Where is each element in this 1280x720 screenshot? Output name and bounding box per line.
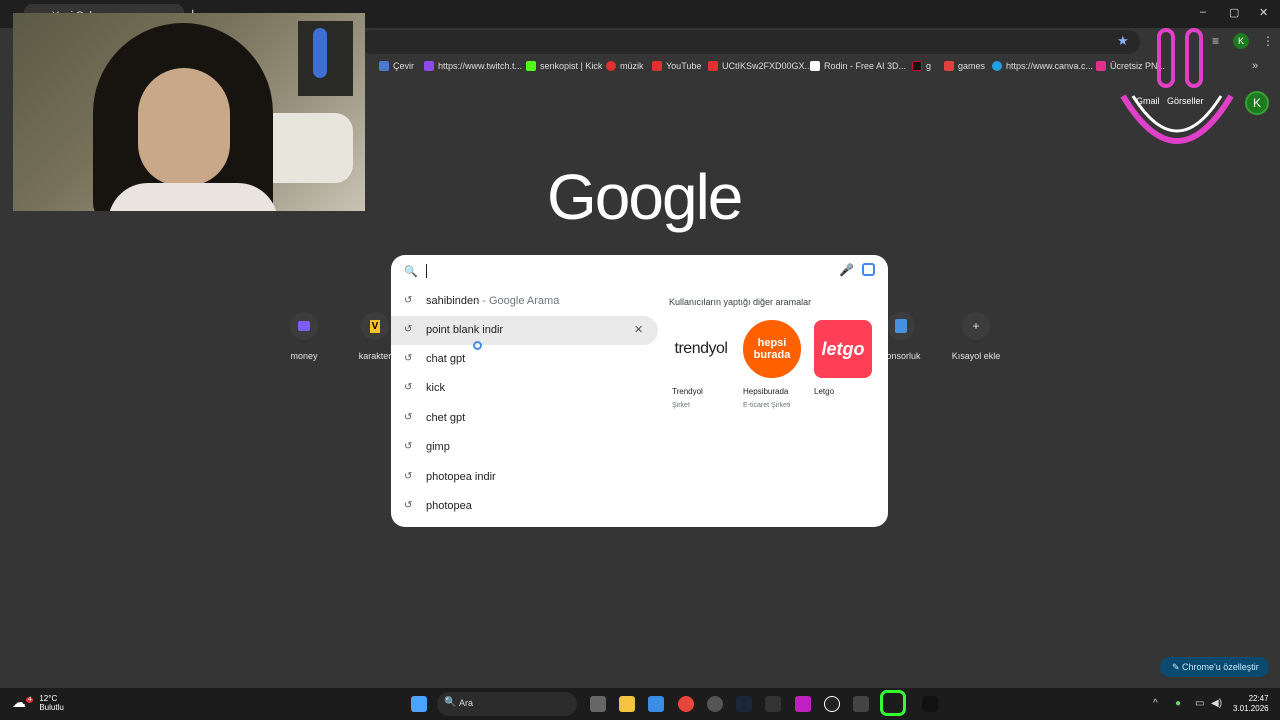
- microphone-icon[interactable]: 🎤: [839, 263, 854, 277]
- discord-icon[interactable]: [707, 696, 723, 712]
- shortcut-icon: V: [361, 312, 389, 340]
- letgo-logo: letgo: [814, 320, 872, 378]
- history-icon: ↺: [404, 295, 413, 306]
- taskbar-search[interactable]: 🔍 Ara: [437, 692, 577, 716]
- pencil-icon: ✎: [1172, 662, 1183, 672]
- related-searches-title: Kullanıcıların yaptığı diğer aramalar: [669, 297, 812, 307]
- file-explorer-icon[interactable]: [619, 696, 635, 712]
- png-icon: [1096, 61, 1106, 71]
- games-icon: [944, 61, 954, 71]
- kick-icon: [526, 61, 536, 71]
- bookmark-item[interactable]: https://www.twitch.t...: [424, 61, 522, 71]
- loading-cursor-icon: [473, 341, 482, 350]
- streamer-shirt: [108, 183, 278, 211]
- microphone-icon[interactable]: ●: [1175, 698, 1181, 709]
- text-caret: [426, 264, 427, 278]
- history-icon: ↺: [404, 441, 413, 452]
- epic-games-icon[interactable]: [765, 696, 781, 712]
- close-window-button[interactable]: ✕: [1259, 6, 1268, 19]
- search-icon: 🔍: [444, 697, 457, 708]
- display-icon[interactable]: ▭: [1195, 698, 1204, 709]
- suggestion-item[interactable]: ↺ gimp: [391, 433, 658, 462]
- related-card-trendyol[interactable]: trendyol Trendyol Şirket: [672, 320, 732, 409]
- volume-icon[interactable]: ◀): [1211, 698, 1222, 709]
- suggestion-item[interactable]: ↺ sahibinden - Google Arama: [391, 287, 658, 316]
- minimize-button[interactable]: –: [1200, 6, 1206, 18]
- windows-start-icon[interactable]: [411, 696, 427, 712]
- k-icon: [912, 61, 922, 71]
- canva-icon: [992, 61, 1002, 71]
- account-avatar[interactable]: K: [1245, 91, 1269, 115]
- unreal-icon[interactable]: [824, 696, 840, 712]
- history-icon: ↺: [404, 324, 413, 335]
- youtube-icon: [652, 61, 662, 71]
- weather-widget[interactable]: ☁ 4 12°C Bulutlu: [12, 694, 64, 712]
- google-logo: Google: [547, 161, 743, 233]
- maximize-button[interactable]: ▢: [1229, 6, 1239, 19]
- search-icon: 🔍: [404, 266, 418, 278]
- history-icon: ↺: [404, 382, 413, 393]
- hepsiburada-logo: hepsi burada: [743, 320, 801, 378]
- instagram-icon: [880, 690, 906, 716]
- remove-suggestion-icon[interactable]: ✕: [634, 323, 643, 336]
- webcam-overlay: [13, 13, 365, 211]
- bookmark-item[interactable]: YouTube: [652, 61, 701, 71]
- history-icon: ↺: [404, 500, 413, 511]
- suggestion-item[interactable]: ↺ photopea indir: [391, 463, 658, 492]
- parrot-image: [313, 28, 327, 78]
- gimp-icon[interactable]: [853, 696, 869, 712]
- history-icon: ↺: [404, 412, 413, 423]
- bookmark-item[interactable]: https://www.canva.c...: [992, 61, 1093, 71]
- suggestion-item[interactable]: ↺ kick: [391, 374, 658, 403]
- app-icon[interactable]: [795, 696, 811, 712]
- suggestion-item[interactable]: ↺ point blank indir ✕: [391, 316, 658, 345]
- tiktok-icon: [922, 696, 938, 712]
- store-icon[interactable]: [648, 696, 664, 712]
- bookmark-item[interactable]: games: [944, 61, 985, 71]
- history-icon: ↺: [404, 471, 413, 482]
- add-icon: +: [962, 312, 990, 340]
- shortcut-money[interactable]: money: [274, 312, 334, 361]
- twitch-icon: [424, 61, 434, 71]
- suggestion-item[interactable]: ↺ photopea: [391, 492, 658, 521]
- cloud-icon: ☁ 4: [12, 694, 34, 710]
- taskbar: ☁ 4 12°C Bulutlu 🔍 Ara ^ ● ▭ ◀) 22:47 3.01…: [0, 688, 1280, 720]
- bookmark-item[interactable]: müzik: [606, 61, 644, 71]
- shortcut-icon: [887, 312, 915, 340]
- youtube-icon: [708, 61, 718, 71]
- shortcut-icon: [290, 312, 318, 340]
- tray-expand-icon[interactable]: ^: [1153, 698, 1158, 709]
- suggestion-item[interactable]: ↺ chet gpt: [391, 404, 658, 433]
- music-icon: [606, 61, 616, 71]
- bookmark-item[interactable]: g: [912, 61, 931, 71]
- related-card-letgo[interactable]: letgo Letgo: [814, 320, 874, 396]
- rodin-icon: [810, 61, 820, 71]
- clock[interactable]: 22:47 3.01.2026: [1233, 694, 1269, 714]
- customize-chrome-button[interactable]: ✎ Chrome'u özelleştir: [1160, 657, 1269, 677]
- bookmark-item[interactable]: senkopist | Kick: [526, 61, 602, 71]
- smile-overlay-icon: [1120, 28, 1234, 144]
- shortcut-add[interactable]: + Kısayol ekle: [946, 312, 1006, 361]
- bookmark-item[interactable]: UCtIKSw2FXD00GX...: [708, 61, 812, 71]
- address-bar[interactable]: [360, 30, 1140, 54]
- history-icon: ↺: [404, 353, 413, 364]
- search-input[interactable]: 🔍 🎤: [391, 255, 888, 287]
- bookmark-item[interactable]: Çevir: [379, 61, 414, 71]
- chrome-icon[interactable]: [678, 696, 694, 712]
- steam-icon[interactable]: [736, 696, 752, 712]
- more-bookmarks-icon[interactable]: »: [1252, 60, 1258, 72]
- bookmark-item[interactable]: Rodin - Free AI 3D...: [810, 61, 906, 71]
- trendyol-logo: trendyol: [674, 340, 728, 357]
- search-dropdown: 🔍 🎤 ↺ sahibinden - Google Arama ↺ point bl…: [391, 255, 888, 527]
- task-view-icon[interactable]: [590, 696, 606, 712]
- suggestion-item[interactable]: ↺ chat gpt: [391, 345, 658, 374]
- translate-icon: [379, 61, 389, 71]
- google-lens-icon[interactable]: [862, 263, 875, 276]
- related-card-hepsiburada[interactable]: hepsi burada Hepsiburada E-ticaret Şirke…: [743, 320, 803, 409]
- menu-icon[interactable]: ⋮: [1262, 34, 1274, 48]
- streamer-face: [138, 68, 230, 186]
